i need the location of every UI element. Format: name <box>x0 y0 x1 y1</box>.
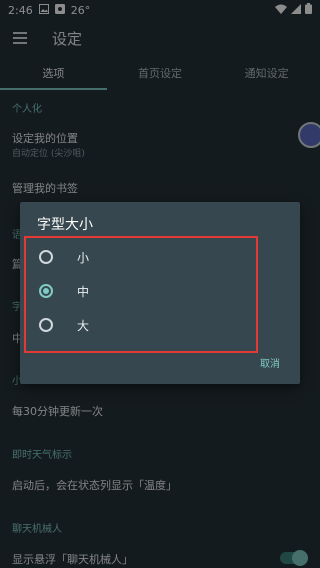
option-small-label: 小 <box>77 250 90 265</box>
font-size-dialog: 字型大小 小 中 大 取消 <box>20 202 300 384</box>
options-highlight-box: 小 中 大 <box>24 236 258 353</box>
cancel-button[interactable]: 取消 <box>260 355 280 370</box>
option-large-label: 大 <box>77 318 90 333</box>
option-medium[interactable]: 中 <box>26 274 256 308</box>
radio-small-icon[interactable] <box>39 250 53 264</box>
radio-large-icon[interactable] <box>39 318 53 332</box>
option-small[interactable]: 小 <box>26 240 256 274</box>
option-medium-label: 中 <box>77 284 90 299</box>
radio-medium-icon[interactable] <box>39 284 53 298</box>
option-large[interactable]: 大 <box>26 308 256 342</box>
dialog-title: 字型大小 <box>37 217 93 233</box>
